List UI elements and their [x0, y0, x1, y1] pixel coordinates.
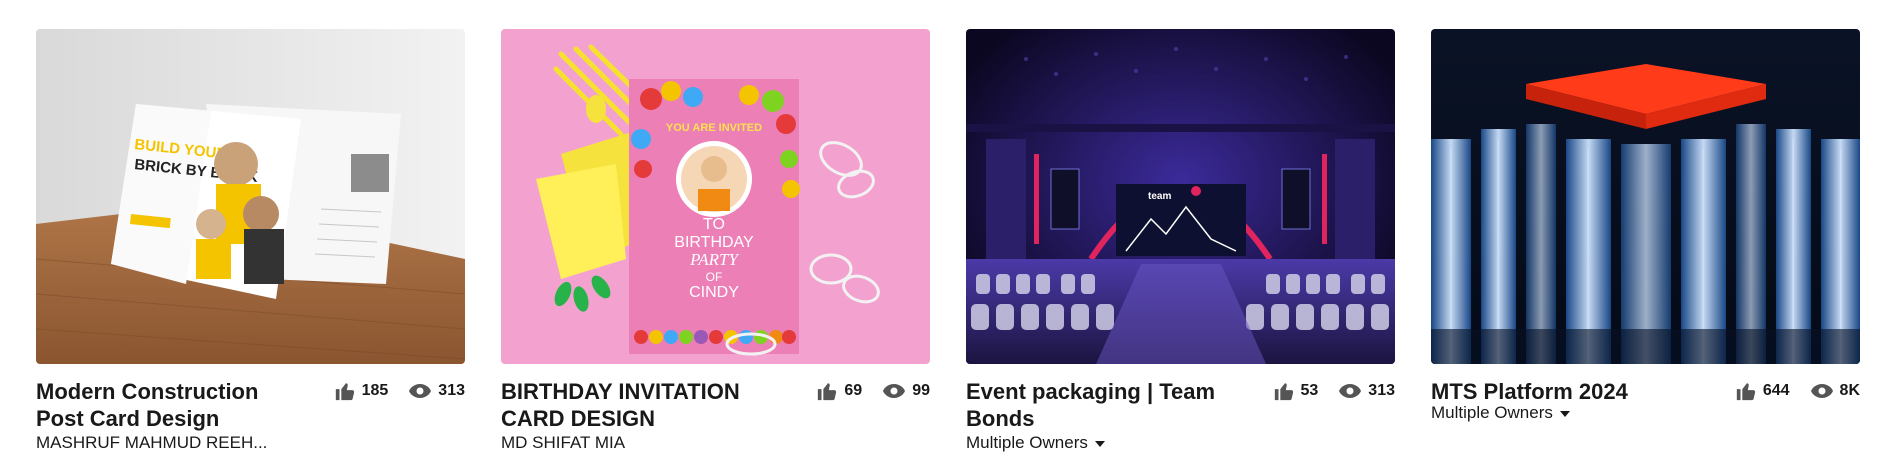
owner-name: MASHRUF MAHMUD REEH... — [36, 433, 268, 452]
likes-stat: 644 — [1735, 380, 1790, 402]
project-thumbnail[interactable]: BUILD YOUR BRICK BY BRICK — [36, 29, 465, 364]
eye-icon — [1338, 383, 1362, 399]
project-title[interactable]: BIRTHDAY INVITATION CARD DESIGN — [501, 378, 761, 432]
likes-count: 69 — [844, 382, 863, 399]
caret-down-icon — [1094, 433, 1106, 453]
project-title[interactable]: Modern Construction Post Card Design — [36, 378, 296, 432]
svg-text:CINDY: CINDY — [689, 284, 739, 301]
project-card: team Event packaging | Team Bonds 53 313… — [966, 29, 1395, 453]
views-stat: 313 — [1338, 382, 1395, 400]
views-count: 313 — [438, 382, 465, 399]
views-stat: 313 — [408, 382, 465, 400]
thumbs-up-icon — [1735, 380, 1757, 402]
svg-text:TO: TO — [703, 216, 725, 233]
likes-count: 185 — [361, 382, 389, 399]
svg-text:BIRTHDAY: BIRTHDAY — [674, 234, 754, 251]
project-grid: BUILD YOUR BRICK BY BRICK Modern Constru… — [0, 0, 1892, 471]
project-owner[interactable]: MD SHIFAT MIA — [501, 433, 930, 453]
thumbs-up-icon — [334, 380, 356, 402]
project-card: YOU ARE INVITED TO BIRTHDAY PARTY OF CIN… — [501, 29, 930, 453]
likes-stat: 69 — [816, 380, 862, 402]
multiple-owners-dropdown[interactable]: Multiple Owners — [966, 433, 1395, 453]
views-count: 8K — [1839, 382, 1860, 399]
project-thumbnail[interactable]: team — [966, 29, 1395, 364]
likes-count: 644 — [1762, 382, 1790, 399]
project-title[interactable]: MTS Platform 2024 — [1431, 378, 1691, 405]
likes-count: 53 — [1300, 382, 1319, 399]
eye-icon — [882, 383, 906, 399]
project-card: BUILD YOUR BRICK BY BRICK Modern Constru… — [36, 29, 465, 453]
likes-stat: 53 — [1273, 380, 1319, 402]
owner-name: MD SHIFAT MIA — [501, 433, 626, 452]
svg-text:YOU ARE INVITED: YOU ARE INVITED — [666, 122, 762, 134]
project-owner[interactable]: MASHRUF MAHMUD REEH... — [36, 433, 465, 453]
svg-text:PARTY: PARTY — [689, 250, 739, 269]
project-title[interactable]: Event packaging | Team Bonds — [966, 378, 1226, 432]
owner-name: Multiple Owners — [1431, 403, 1553, 422]
eye-icon — [1810, 383, 1834, 399]
views-count: 313 — [1368, 382, 1395, 399]
views-stat: 8K — [1810, 382, 1860, 400]
caret-down-icon — [1559, 403, 1571, 423]
project-thumbnail[interactable] — [1431, 29, 1860, 364]
owner-name: Multiple Owners — [966, 433, 1088, 452]
project-thumbnail[interactable]: YOU ARE INVITED TO BIRTHDAY PARTY OF CIN… — [501, 29, 930, 364]
svg-text:team: team — [1148, 191, 1171, 202]
thumbs-up-icon — [816, 380, 838, 402]
eye-icon — [408, 383, 432, 399]
svg-text:OF: OF — [706, 270, 723, 284]
views-stat: 99 — [882, 382, 930, 400]
views-count: 99 — [912, 382, 930, 399]
thumbs-up-icon — [1273, 380, 1295, 402]
likes-stat: 185 — [334, 380, 389, 402]
multiple-owners-dropdown[interactable]: Multiple Owners — [1431, 403, 1860, 423]
project-card: MTS Platform 2024 644 8K Multiple Owners — [1431, 29, 1860, 423]
